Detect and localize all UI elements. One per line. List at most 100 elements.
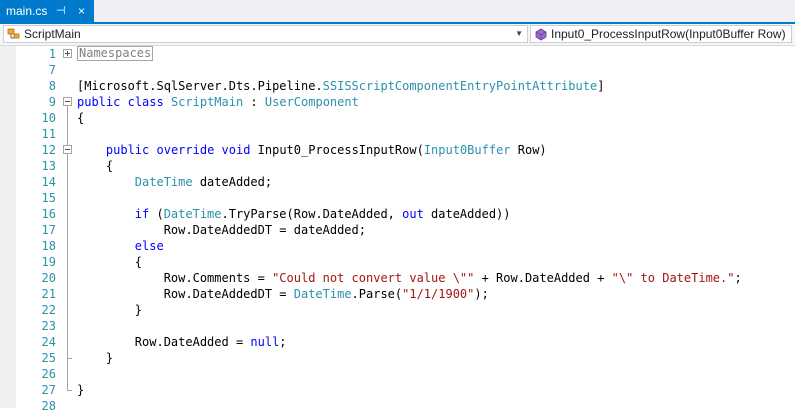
line-number: 12 <box>41 143 56 157</box>
code-token: ] <box>597 79 605 93</box>
code-token: UserComponent <box>264 95 359 109</box>
class-icon <box>7 28 20 39</box>
line-number: 8 <box>48 79 56 93</box>
line-number: 14 <box>41 175 56 189</box>
code-token: ( <box>149 207 164 221</box>
collapse-icon[interactable] <box>63 97 72 106</box>
code-line[interactable]: } <box>77 382 84 398</box>
member-dropdown[interactable]: Input0_ProcessInputRow(Input0Buffer Row) <box>530 25 792 43</box>
code-token: SSISScriptComponentEntryPointAttribute <box>322 79 598 93</box>
code-token: DateTime <box>163 207 222 221</box>
code-token: Row.Comments = <box>77 271 273 285</box>
code-token: .Parse( <box>351 287 403 301</box>
type-dropdown[interactable]: ScriptMain ▼ <box>3 25 528 43</box>
code-editor[interactable]: 1 7 8 [Microsoft.SqlServer.Dts.Pipeline.SSI… <box>0 46 795 413</box>
code-line[interactable]: Row.Comments = "Could not convert value … <box>77 270 742 286</box>
code-line[interactable]: [Microsoft.SqlServer.Dts.Pipeline.SSISSc… <box>77 78 604 94</box>
line-number: 7 <box>48 63 56 77</box>
code-token: { <box>77 255 143 269</box>
code-token: out <box>402 207 424 221</box>
code-line[interactable]: { <box>77 110 84 126</box>
member-dropdown-label: Input0_ProcessInputRow(Input0Buffer Row) <box>551 27 786 41</box>
navigation-bar: ScriptMain ▼ Input0_ProcessInputRow(Inpu… <box>0 24 795 46</box>
code-line[interactable]: public override void Input0_ProcessInput… <box>77 142 547 158</box>
code-token: override <box>156 143 215 157</box>
code-token: if <box>134 207 150 221</box>
code-token: Row) <box>510 143 547 157</box>
code-token: Row.DateAddedDT = <box>77 287 294 301</box>
code-line[interactable]: } <box>77 350 113 366</box>
line-number: 24 <box>41 335 56 349</box>
line-number: 21 <box>41 287 56 301</box>
document-tab-strip: main.cs ⊣ × <box>0 0 795 22</box>
pin-icon[interactable]: ⊣ <box>56 0 66 22</box>
outline-end <box>67 358 72 359</box>
code-line[interactable]: if (DateTime.TryParse(Row.DateAdded, out… <box>77 206 511 222</box>
line-number: 1 <box>48 47 56 61</box>
code-token: "\" to DateTime." <box>611 271 735 285</box>
code-line[interactable]: } <box>77 302 142 318</box>
code-token: } <box>77 351 114 365</box>
code-token: ; <box>279 335 287 349</box>
code-token: .TryParse(Row.DateAdded, <box>221 207 403 221</box>
code-line[interactable]: DateTime dateAdded; <box>77 174 272 190</box>
chevron-down-icon: ▼ <box>515 29 523 38</box>
code-token: "1/1/1900" <box>402 287 475 301</box>
code-token: : <box>243 95 265 109</box>
indicator-margin <box>0 46 16 408</box>
code-line[interactable]: { <box>77 254 142 270</box>
code-token: [Microsoft.SqlServer.Dts.Pipeline. <box>77 79 323 93</box>
code-token: Row.DateAddedDT = dateAdded; <box>77 223 366 237</box>
code-line[interactable]: Row.DateAdded = null; <box>77 334 287 350</box>
line-number: 16 <box>41 207 56 221</box>
code-token: ; <box>734 271 742 285</box>
line-number: 25 <box>41 351 56 365</box>
line-number: 10 <box>41 111 56 125</box>
code-line[interactable]: else <box>77 238 164 254</box>
code-line[interactable]: { <box>77 158 113 174</box>
code-line[interactable]: Row.DateAddedDT = dateAdded; <box>77 222 366 238</box>
code-line[interactable]: Row.DateAddedDT = DateTime.Parse("1/1/19… <box>77 286 489 302</box>
code-token: ); <box>474 287 489 301</box>
code-token: DateTime <box>134 175 193 189</box>
line-number: 22 <box>41 303 56 317</box>
line-number: 17 <box>41 223 56 237</box>
code-token: else <box>134 239 164 253</box>
code-token: dateAdded; <box>192 175 273 189</box>
line-number: 9 <box>48 95 56 109</box>
code-token: public <box>105 143 150 157</box>
code-token: + Row.DateAdded + <box>474 271 612 285</box>
line-number: 28 <box>41 399 56 413</box>
code-token: public <box>77 95 121 109</box>
code-token: { <box>77 111 85 125</box>
code-token: Row.DateAdded = <box>77 335 251 349</box>
line-number: 13 <box>41 159 56 173</box>
collapse-icon[interactable] <box>63 145 72 154</box>
close-icon[interactable]: × <box>78 0 85 22</box>
collapsed-region[interactable]: Namespaces <box>77 46 154 61</box>
code-token: Input0_ProcessInputRow( <box>250 143 424 157</box>
line-number: 19 <box>41 255 56 269</box>
tab-title: main.cs <box>6 4 48 18</box>
code-token: null <box>250 335 280 349</box>
code-token: void <box>221 143 251 157</box>
tab-main-cs[interactable]: main.cs ⊣ × <box>0 0 94 22</box>
code-token: Input0Buffer <box>423 143 511 157</box>
code-token: DateTime <box>293 287 352 301</box>
code-line[interactable]: public class ScriptMain : UserComponent <box>77 94 359 110</box>
line-number: 20 <box>41 271 56 285</box>
line-number: 27 <box>41 383 56 397</box>
expand-icon[interactable] <box>63 49 72 58</box>
line-number: 23 <box>41 319 56 333</box>
code-token: "Could not convert value \"" <box>272 271 475 285</box>
line-number: 26 <box>41 367 56 381</box>
line-number: 18 <box>41 239 56 253</box>
code-token: { <box>77 159 114 173</box>
method-icon <box>535 28 547 41</box>
